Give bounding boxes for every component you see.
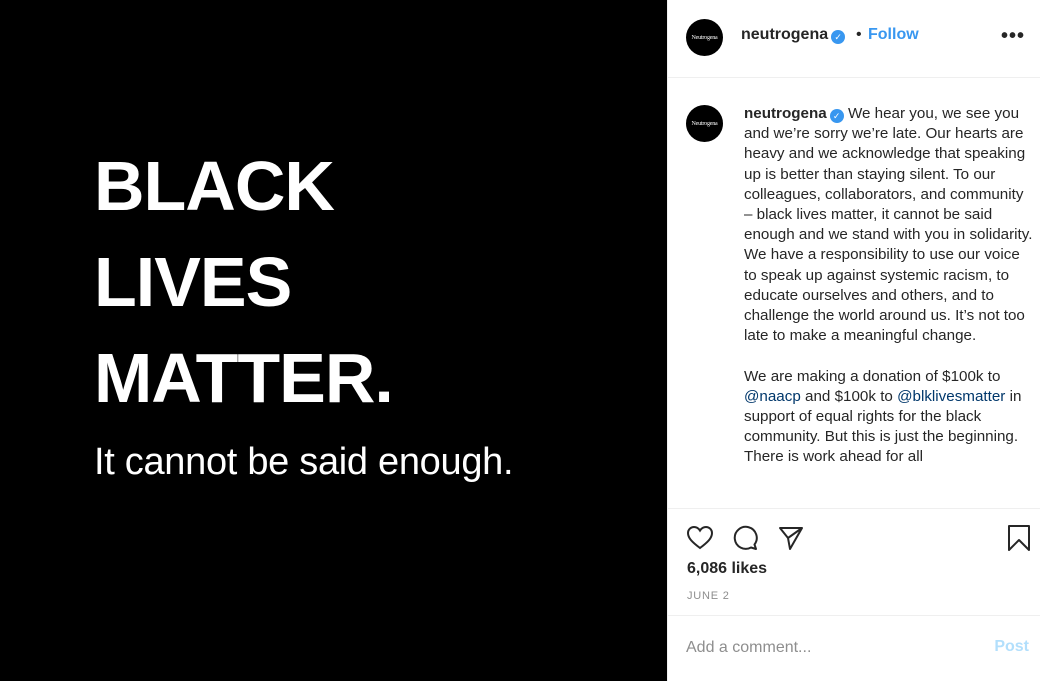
share-paper-plane-icon[interactable] [777,524,805,552]
headline-line: MATTER. [94,339,394,417]
like-heart-icon[interactable] [686,524,714,552]
more-options-icon[interactable]: ••• [1001,26,1025,46]
post-header: Neutrogena neutrogena ✓ • Follow ••• [668,0,1040,78]
headline-line: LIVES [94,243,292,321]
caption-body: We hear you, we see you and we’re sorry … [744,105,1033,345]
caption-avatar[interactable]: Neutrogena [686,105,723,142]
caption-paragraph: neutrogena ✓ We hear you, we see you and … [744,104,1036,346]
post-subline: It cannot be said enough. [94,441,514,483]
post-date[interactable]: JUNE 2 [687,590,730,602]
caption-text: neutrogena ✓ We hear you, we see you and … [744,104,1036,488]
verified-badge-icon: ✓ [829,109,844,123]
caption-text-segment: We are making a donation of $100k to [744,367,1001,385]
caption-text-segment: and $100k to [800,387,898,405]
verified-badge-icon: ✓ [831,30,846,44]
mention-link[interactable]: @naacp [744,388,801,405]
profile-avatar[interactable]: Neutrogena [686,19,723,56]
add-comment-input[interactable] [686,636,976,660]
post-headline: BLACK LIVES MATTER. [94,138,394,426]
follow-button[interactable]: Follow [868,26,919,44]
mention-link[interactable]: @blklivesmatter [897,388,1005,405]
caption-scroll-area[interactable]: Neutrogena neutrogena ✓ We hear you, we s… [668,79,1040,508]
comment-bar: Post [668,615,1040,681]
caption-username[interactable]: neutrogena [744,105,827,122]
save-bookmark-icon[interactable] [1005,524,1033,552]
caption-paragraph: We are making a donation of $100k to @na… [744,367,1036,468]
comment-bubble-icon[interactable] [731,524,759,552]
separator-dot: • [856,26,862,43]
headline-line: BLACK [94,147,335,225]
header-username[interactable]: neutrogena ✓ [741,26,846,44]
header-username-text[interactable]: neutrogena [741,26,828,43]
post-comment-button[interactable]: Post [994,638,1029,656]
post-actions: 6,086 likes JUNE 2 [668,508,1040,615]
post-side-panel: Neutrogena neutrogena ✓ • Follow ••• Neut… [667,0,1040,681]
likes-count[interactable]: 6,086 likes [687,560,767,578]
post-image: BLACK LIVES MATTER. It cannot be said en… [0,0,667,681]
